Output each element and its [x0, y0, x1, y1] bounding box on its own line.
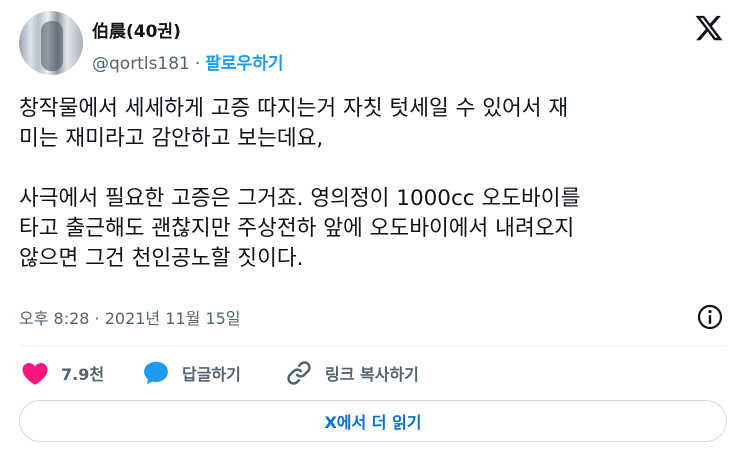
reply-button[interactable]: 답글하기	[140, 356, 241, 390]
tweet-line: 사극에서 필요한 고증은 그거죠. 영의정이 1000cc 오도바이를	[19, 186, 581, 211]
speech-bubble-icon	[144, 361, 168, 385]
heart-icon	[22, 363, 48, 385]
read-more-button[interactable]: X에서 더 읽기	[19, 400, 727, 442]
info-icon[interactable]	[695, 302, 725, 332]
copy-link-button[interactable]: 링크 복사하기	[283, 356, 419, 390]
tweet-line: 않으면 그건 천인공노할 짓이다.	[19, 246, 304, 271]
author-name[interactable]: 伯晨(40권)	[92, 17, 181, 42]
tweet-timestamp[interactable]: 오후 8:28 · 2021년 11월 15일	[19, 305, 240, 329]
separator-dot: ·	[194, 54, 201, 74]
copy-link-label: 링크 복사하기	[325, 365, 419, 384]
tweet-line: 창작물에서 세세하게 고증 따지는거 자칫 텃세일 수 있어서 재	[19, 96, 569, 121]
divider	[19, 345, 727, 346]
like-button[interactable]: 7.9천	[19, 356, 104, 390]
author-handle[interactable]: @qortls181	[92, 54, 190, 74]
reply-label: 답글하기	[182, 365, 241, 384]
tweet-card: 伯晨(40권) @qortls181 · 팔로우하기 창작물에서 세세하게 고증 따…	[0, 0, 747, 463]
link-icon	[287, 361, 311, 385]
like-count: 7.9천	[61, 365, 105, 384]
follow-button[interactable]: 팔로우하기	[205, 54, 283, 74]
author-handle-row: @qortls181 · 팔로우하기	[92, 49, 283, 74]
x-logo-icon[interactable]	[693, 13, 725, 43]
tweet-text: 창작물에서 세세하게 고증 따지는거 자칫 텃세일 수 있어서 재 미는 재미라…	[19, 94, 724, 274]
read-more-label: X에서 더 읽기	[324, 413, 422, 432]
tweet-line: 타고 출근해도 괜찮지만 주상전하 앞에 오도바이에서 내려오지	[19, 216, 575, 241]
avatar[interactable]	[19, 11, 83, 75]
tweet-line: 미는 재미라고 감안하고 보는데요,	[19, 126, 324, 151]
